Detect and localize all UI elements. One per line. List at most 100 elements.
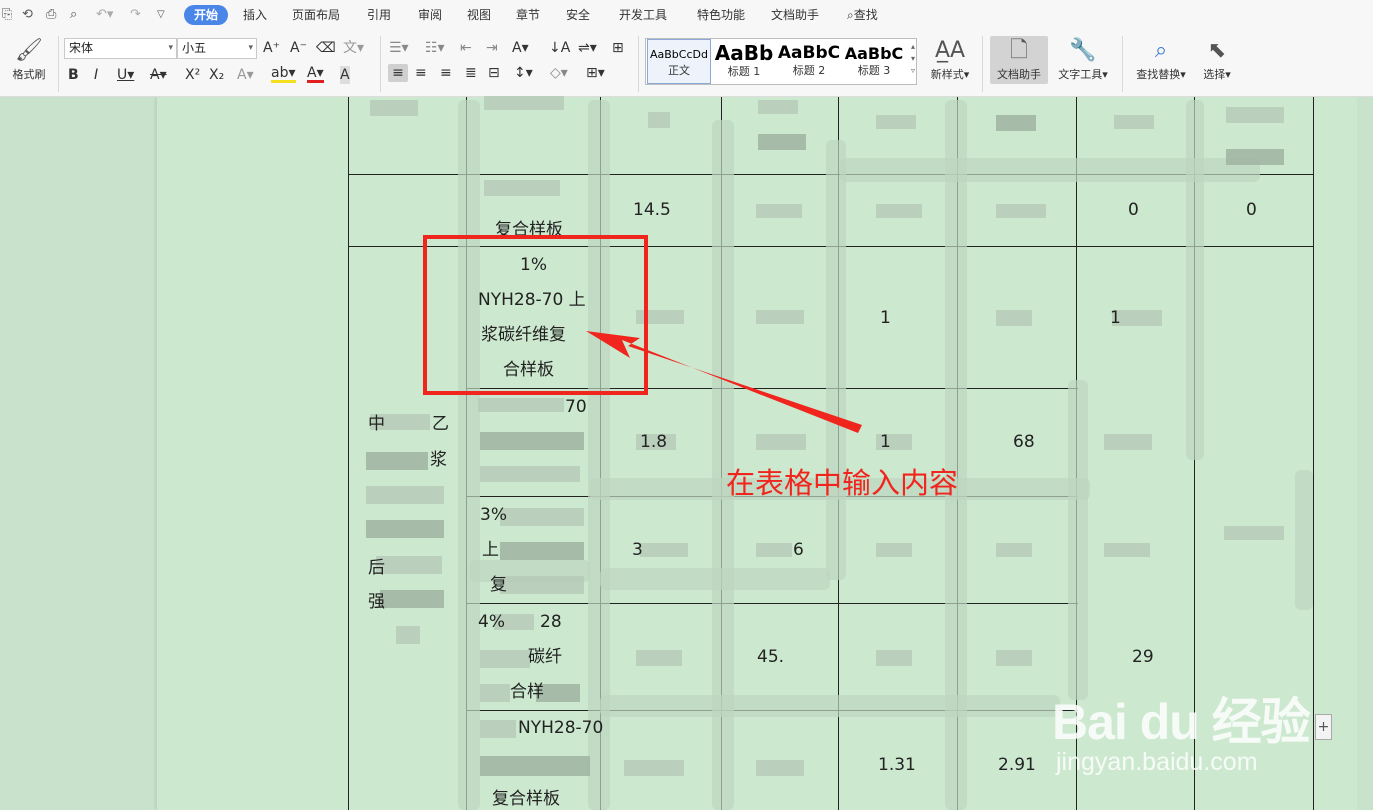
tab-page-layout[interactable]: 页面布局 [292, 7, 340, 23]
increase-indent-icon[interactable]: ⇥ [486, 39, 498, 57]
table-cell[interactable]: 0 [1246, 200, 1257, 220]
line-spacing-icon[interactable]: ↕▾ [514, 64, 533, 82]
numbering-icon[interactable]: ☷▾ [425, 39, 445, 57]
sort-icon[interactable]: ↓A [549, 39, 570, 57]
style-heading-1[interactable]: AaBb 标题 1 [712, 39, 776, 84]
table-cell[interactable]: 1 [880, 432, 891, 452]
underline-icon[interactable]: U▾ [117, 66, 134, 84]
search-tab[interactable]: ⌕查找 [847, 7, 878, 23]
tab-security[interactable]: 安全 [566, 7, 590, 23]
subscript-icon[interactable]: X₂ [209, 66, 224, 84]
grow-font-icon[interactable]: A⁺ [263, 39, 280, 57]
select-button[interactable]: ⬉ 选择▾ [1197, 36, 1237, 82]
table-cell[interactable]: 复 [490, 575, 507, 595]
customize-quick-access-icon[interactable]: ▽ [157, 6, 165, 24]
blurred-text [500, 508, 584, 526]
format-painter-button[interactable]: 🖌 格式刷 [8, 36, 50, 82]
text-direction-icon[interactable]: A▾ [512, 39, 529, 57]
print-icon[interactable]: ⎙ [46, 6, 56, 24]
table-cell[interactable]: 合样 [510, 682, 544, 702]
table-cell[interactable]: 后 [368, 558, 385, 578]
table-cell[interactable]: 28 [540, 612, 562, 632]
tab-view[interactable]: 视图 [467, 7, 491, 23]
table-cell[interactable]: 碳纤 [528, 647, 562, 667]
table-cell[interactable]: 4% [478, 612, 505, 632]
new-style-button[interactable]: A̲A 新样式▾ [926, 36, 974, 82]
style-label: 标题 3 [857, 64, 891, 77]
superscript-icon[interactable]: X² [185, 66, 200, 84]
tab-developer[interactable]: 开发工具 [619, 7, 667, 23]
table-cell[interactable]: 70 [565, 397, 587, 417]
tab-home[interactable]: 开始 [184, 5, 229, 25]
tab-doc-assistant[interactable]: 文档助手 [771, 7, 819, 23]
font-name-select[interactable]: 宋体 ▾ [64, 38, 177, 59]
undo-history-icon[interactable]: ⟲ [22, 6, 33, 24]
redo-icon[interactable]: ↷ [130, 6, 141, 24]
phonetic-guide-icon[interactable]: 文▾ [343, 39, 364, 57]
tab-features[interactable]: 特色功能 [697, 7, 745, 23]
text-effect-icon[interactable]: A▾ [237, 66, 254, 84]
table-cell[interactable]: 3% [480, 505, 507, 525]
bold-icon[interactable]: B [68, 66, 79, 84]
save-icon[interactable]: ⎘ [2, 6, 12, 24]
table-cell[interactable]: 强 [368, 592, 385, 612]
table-cell[interactable]: 浆 [430, 450, 447, 470]
table-cell[interactable]: 乙 [432, 414, 449, 434]
separator [638, 36, 639, 92]
highlight-icon[interactable]: ab▾ [271, 66, 296, 83]
table-cell[interactable]: 1 [880, 308, 891, 328]
strikethrough-icon[interactable]: A▾ [150, 66, 167, 84]
doc-assistant-label: 文档助手 [997, 68, 1041, 81]
table-cell[interactable]: 复合样板 [492, 789, 560, 809]
tab-section[interactable]: 章节 [516, 7, 540, 23]
table-cell[interactable]: 14.5 [633, 200, 671, 220]
blurred-text [996, 543, 1032, 557]
font-color-icon[interactable]: A▾ [307, 66, 324, 83]
undo-icon[interactable]: ↶▾ [96, 6, 113, 24]
tab-references[interactable]: 引用 [367, 7, 391, 23]
tab-insert[interactable]: 插入 [243, 7, 267, 23]
style-heading-2[interactable]: AaBbC 标题 2 [777, 39, 841, 84]
table-cell[interactable]: 2.91 [998, 755, 1036, 775]
font-size-select[interactable]: 小五 ▾ [177, 38, 257, 59]
show-marks-icon[interactable]: ⊞ [612, 39, 624, 57]
table-cell[interactable]: 68 [1013, 432, 1035, 452]
table-cell[interactable]: 上 [482, 540, 499, 560]
char-shading-icon[interactable]: A [340, 66, 350, 84]
text-tools-button[interactable]: 🔧 文字工具▾ [1053, 36, 1113, 82]
tab-stops-icon[interactable]: ⇌▾ [578, 39, 597, 57]
bullets-icon[interactable]: ☰▾ [389, 39, 409, 57]
gallery-scroll-icon[interactable]: ▴ ▾ ▿ [911, 41, 915, 77]
distribute-icon[interactable]: ⊟ [488, 64, 500, 82]
add-page-button[interactable]: + [1315, 714, 1332, 740]
table-cell[interactable]: NYH28-70 [518, 718, 603, 738]
table-cell[interactable]: 45. [757, 647, 784, 667]
blurred-text [376, 556, 442, 574]
justify-icon[interactable]: ≣ [465, 64, 477, 82]
blurred-text [756, 760, 804, 776]
shading-icon[interactable]: ◇▾ [550, 64, 568, 82]
italic-icon[interactable]: I [94, 66, 98, 84]
style-heading-3[interactable]: AaBbC 标题 3 [842, 39, 906, 84]
table-cell[interactable]: 1.8 [640, 432, 667, 452]
decrease-indent-icon[interactable]: ⇤ [460, 39, 472, 57]
table-cell[interactable]: 6 [793, 540, 804, 560]
print-preview-icon[interactable]: ⌕ [70, 6, 77, 24]
clear-format-icon[interactable]: ⌫ [316, 39, 336, 57]
table-cell[interactable]: 中 [368, 414, 385, 434]
shrink-font-icon[interactable]: A⁻ [290, 39, 307, 57]
table-cell[interactable]: 1.31 [878, 755, 916, 775]
style-normal[interactable]: AaBbCcDd 正文 [647, 39, 711, 84]
align-right-icon[interactable]: ≡ [440, 64, 452, 82]
table-cell[interactable]: 1 [1110, 308, 1121, 328]
blurred-text [1114, 115, 1154, 129]
blurred-text [396, 626, 420, 644]
table-cell[interactable]: 3 [632, 540, 643, 560]
borders-icon[interactable]: ⊞▾ [586, 64, 605, 82]
tab-review[interactable]: 审阅 [418, 7, 442, 23]
table-cell[interactable]: 0 [1128, 200, 1139, 220]
find-replace-button[interactable]: ⌕ 查找替换▾ [1131, 36, 1191, 82]
doc-assistant-button[interactable]: 🗋 文档助手 [990, 36, 1048, 84]
align-center-icon[interactable]: ≡ [415, 64, 427, 82]
align-left-icon[interactable]: ≡ [388, 64, 408, 82]
